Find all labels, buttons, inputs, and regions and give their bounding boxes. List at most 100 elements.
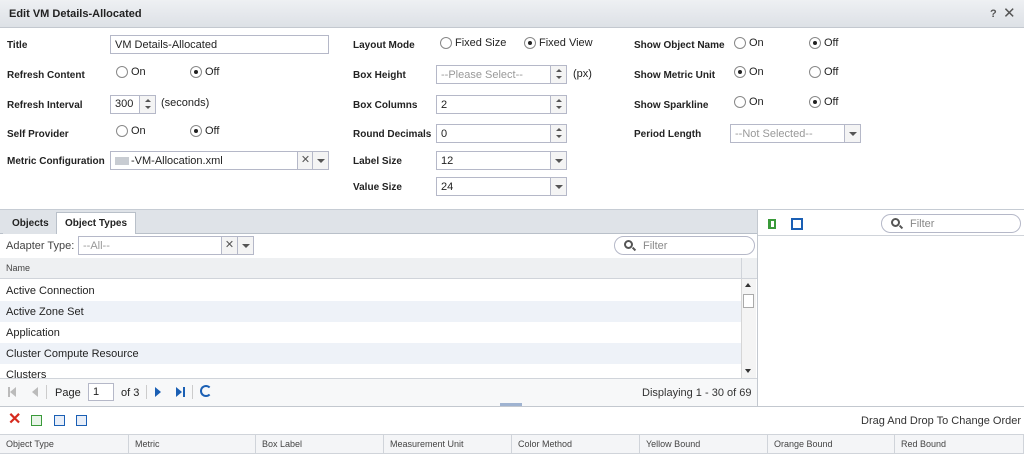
scroll-up-icon[interactable] [745,283,751,287]
column-red-bound[interactable]: Red Bound [895,434,1024,454]
next-page-icon[interactable] [155,387,161,397]
stepper-arrows-icon[interactable] [139,96,155,113]
refresh-interval-stepper[interactable]: 300 [110,95,156,114]
refresh-interval-value: 300 [115,98,134,110]
box-height-stepper[interactable]: --Please Select-- [436,65,567,84]
layout-mode-label: Layout Mode [353,40,415,51]
uncheck-all-icon[interactable] [54,415,65,426]
last-page-arrow-icon[interactable] [176,387,182,397]
metric-config-label: Metric Configuration [7,156,105,167]
column-color-method[interactable]: Color Method [512,434,640,454]
pager-divider [46,385,47,399]
value-size-label: Value Size [353,182,402,193]
column-yellow-bound[interactable]: Yellow Bound [640,434,768,454]
first-page-arrow-icon[interactable] [10,387,16,397]
close-icon[interactable]: ✕ [1003,4,1016,22]
column-orange-bound[interactable]: Orange Bound [768,434,895,454]
column-box-label[interactable]: Box Label [256,434,384,454]
column-measurement-unit[interactable]: Measurement Unit [384,434,512,454]
delete-icon[interactable]: ✕ [8,412,21,428]
objects-filter-input[interactable]: Filter [614,236,755,255]
pager-divider [146,385,147,399]
metrics-toolbar: ✕ Drag And Drop To Change Order [0,406,1024,434]
round-decimals-value: 0 [441,128,448,140]
column-metric[interactable]: Metric [129,434,256,454]
objects-grid-header: Name [0,258,757,279]
box-height-placeholder: --Please Select-- [441,69,523,81]
box-height-label: Box Height [353,70,406,81]
label-size-value: 12 [441,155,454,167]
round-decimals-label: Round Decimals [353,129,432,140]
chevron-down-icon[interactable] [550,178,566,195]
show-sparkline-off-radio[interactable] [809,96,821,108]
value-size-select[interactable]: 24 [436,177,567,196]
clear-icon[interactable]: ✕ [221,237,237,254]
stepper-arrows-icon[interactable] [550,66,566,83]
window-titlebar: Edit VM Details-Allocated ? ✕ [0,0,1024,28]
layout-fixed-view-radio[interactable] [524,37,536,49]
refresh-content-on-radio[interactable] [116,66,128,78]
show-object-name-off-radio[interactable] [809,37,821,49]
selected-filter-input[interactable]: Filter [881,214,1021,233]
clear-icon[interactable]: ✕ [297,152,313,169]
period-length-select[interactable]: --Not Selected-- [730,124,861,143]
expand-icon[interactable] [791,218,803,230]
show-metric-unit-on-radio[interactable] [734,66,746,78]
chevron-down-icon[interactable] [550,152,566,169]
label-size-select[interactable]: 12 [436,151,567,170]
show-sparkline-on-radio[interactable] [734,96,746,108]
add-to-selection-icon[interactable] [768,219,776,229]
box-height-unit: (px) [573,68,592,80]
show-metric-unit-label: Show Metric Unit [634,70,716,81]
self-provider-off-label: Off [205,125,220,137]
refresh-content-off-radio[interactable] [190,66,202,78]
show-metric-unit-off-radio[interactable] [809,66,821,78]
column-object-type[interactable]: Object Type [0,434,129,454]
table-row[interactable]: Cluster Compute Resource [0,343,741,364]
show-object-name-label: Show Object Name [634,40,725,51]
scrollbar-thumb[interactable] [743,294,754,308]
tab-object-types[interactable]: Object Types [56,212,137,234]
drag-drop-hint: Drag And Drop To Change Order [861,415,1021,427]
prev-page-icon[interactable] [32,387,38,397]
scroll-down-icon[interactable] [745,369,751,373]
layout-fixed-size-radio[interactable] [440,37,452,49]
column-name-header[interactable]: Name [6,263,30,273]
table-row[interactable]: Application [0,322,741,343]
adapter-type-label: Adapter Type: [6,240,75,252]
title-input[interactable] [110,35,329,54]
show-metric-unit-on-label: On [749,66,764,78]
metric-config-combo[interactable]: -VM-Allocation.xml ✕ [110,151,329,170]
displaying-count: Displaying 1 - 30 of 69 [642,387,752,399]
tab-objects[interactable]: Objects [3,212,58,234]
stepper-arrows-icon[interactable] [550,96,566,113]
adapter-type-combo[interactable]: --All-- ✕ [78,236,254,255]
last-page-icon[interactable] [183,387,185,397]
selected-filter-placeholder: Filter [910,218,935,230]
layout-fixed-view-label: Fixed View [539,37,593,49]
show-object-name-on-radio[interactable] [734,37,746,49]
column-divider [741,258,742,278]
help-icon[interactable]: ? [990,8,997,20]
table-row[interactable]: Clusters [0,364,741,378]
table-row[interactable]: Active Connection [0,280,741,301]
page-number-input[interactable] [88,383,114,401]
move-icon[interactable] [76,415,87,426]
chevron-down-icon[interactable] [312,152,328,169]
table-row[interactable]: Active Zone Set [0,301,741,322]
refresh-icon[interactable] [200,385,212,397]
box-columns-stepper[interactable]: 2 [436,95,567,114]
stepper-arrows-icon[interactable] [550,125,566,142]
refresh-content-off-label: Off [205,66,220,78]
self-provider-on-radio[interactable] [116,125,128,137]
chevron-down-icon[interactable] [844,125,860,142]
show-object-name-off-label: Off [824,37,839,49]
period-length-placeholder: --Not Selected-- [735,128,813,140]
objects-pager: Page of 3 Displaying 1 - 30 of 69 [0,378,757,406]
self-provider-off-radio[interactable] [190,125,202,137]
layout-fixed-size-label: Fixed Size [455,37,507,49]
chevron-down-icon[interactable] [237,237,253,254]
show-sparkline-on-label: On [749,96,764,108]
round-decimals-stepper[interactable]: 0 [436,124,567,143]
check-all-icon[interactable] [31,415,42,426]
